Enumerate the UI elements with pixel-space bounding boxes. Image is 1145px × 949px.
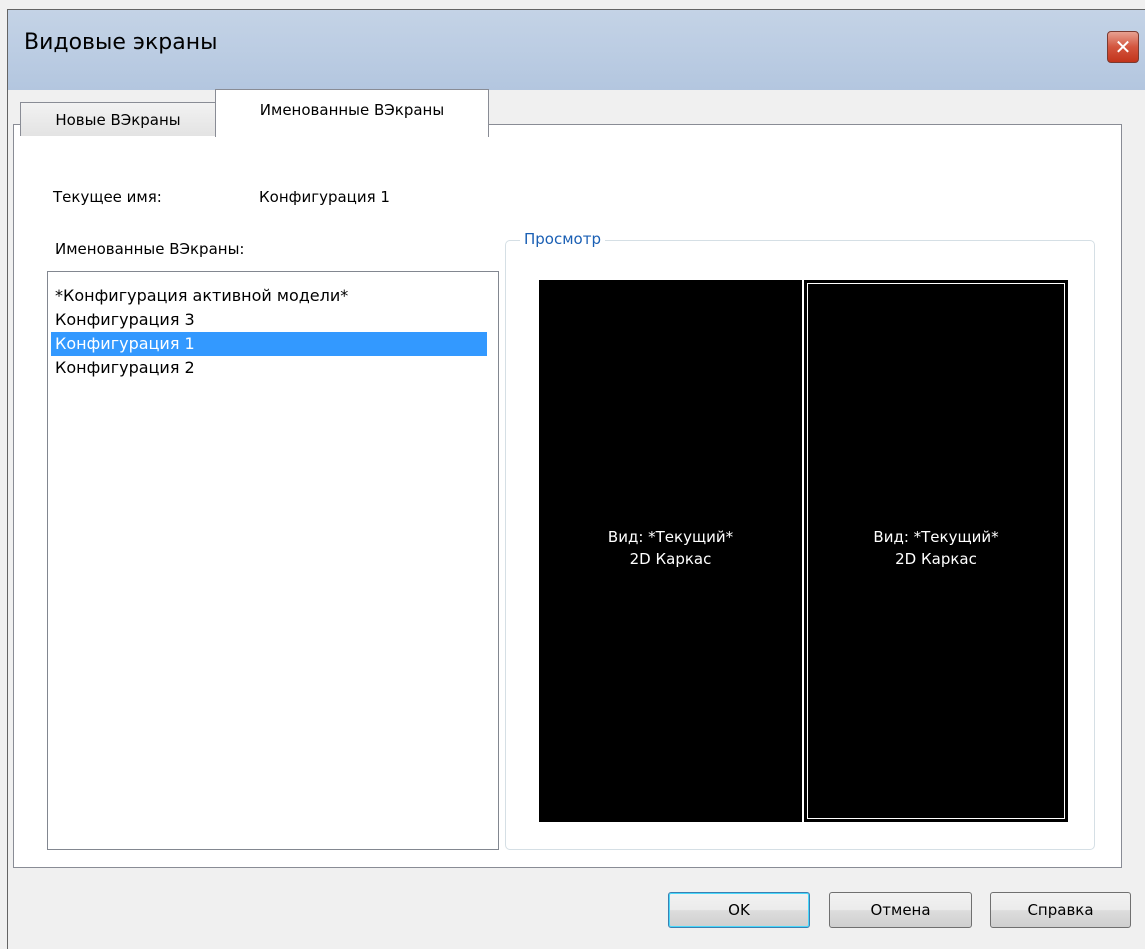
preview-legend: Просмотр	[520, 230, 605, 248]
viewport-style-label: 2D Каркас	[629, 550, 712, 568]
viewport-view-label: Вид: *Текущий*	[607, 528, 734, 546]
list-item[interactable]: *Конфигурация активной модели*	[51, 284, 487, 308]
list-item-selected[interactable]: Конфигурация 1	[51, 332, 487, 356]
preview-viewport-left[interactable]: Вид: *Текущий* 2D Каркас	[539, 280, 802, 822]
viewport-caption: Вид: *Текущий* 2D Каркас	[539, 526, 802, 570]
viewport-style-label: 2D Каркас	[895, 550, 977, 568]
viewport-view-label: Вид: *Текущий*	[873, 528, 999, 546]
list-item[interactable]: Конфигурация 3	[51, 308, 487, 332]
current-name-value: Конфигурация 1	[259, 188, 390, 206]
cancel-button[interactable]: Отмена	[829, 892, 972, 928]
help-button[interactable]: Справка	[990, 892, 1131, 928]
named-viewports-label: Именованные ВЭкраны:	[55, 240, 245, 258]
preview-viewport-right-active[interactable]: Вид: *Текущий* 2D Каркас	[804, 280, 1068, 822]
ok-button[interactable]: OK	[668, 892, 810, 928]
named-viewports-listbox[interactable]: *Конфигурация активной модели* Конфигура…	[47, 271, 499, 850]
close-icon: ✕	[1114, 35, 1132, 59]
close-button[interactable]: ✕	[1107, 31, 1139, 63]
list-item[interactable]: Конфигурация 2	[51, 356, 487, 380]
current-name-label: Текущее имя:	[53, 188, 162, 206]
tab-named-viewports[interactable]: Именованные ВЭкраны	[215, 89, 489, 137]
dialog-title: Видовые экраны	[24, 30, 218, 55]
title-bar[interactable]: Видовые экраны ✕	[8, 10, 1145, 90]
viewport-caption: Вид: *Текущий* 2D Каркас	[804, 526, 1068, 570]
tab-new-viewports[interactable]: Новые ВЭкраны	[20, 102, 216, 136]
